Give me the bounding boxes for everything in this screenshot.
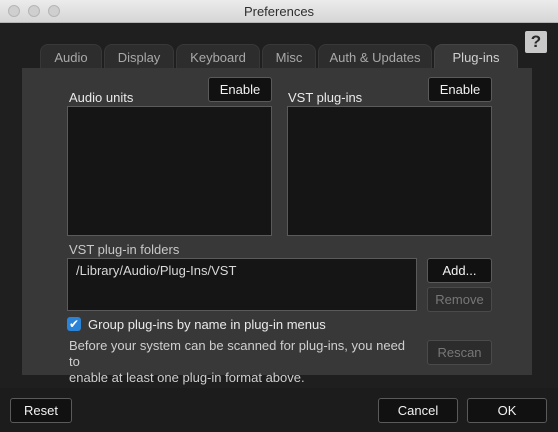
group-plug-ins-checkbox[interactable]: ✔ [67,317,81,331]
tab-audio[interactable]: Audio [40,44,102,70]
add-folder-button[interactable]: Add... [427,258,492,283]
close-window-button[interactable] [8,5,20,17]
tab-keyboard[interactable]: Keyboard [176,44,260,70]
audio-units-label: Audio units [69,90,134,105]
remove-folder-button[interactable]: Remove [427,287,492,312]
tab-plug-ins[interactable]: Plug-ins [434,44,518,70]
tab-bar: Audio Display Keyboard Misc Auth & Updat… [0,44,558,70]
cancel-button[interactable]: Cancel [378,398,458,423]
scan-info-line-2: enable at least one plug-in format above… [69,370,305,385]
window-title: Preferences [243,4,315,19]
rescan-button[interactable]: Rescan [427,340,492,365]
vst-plug-ins-list[interactable] [287,106,492,236]
tab-misc[interactable]: Misc [262,44,316,70]
tab-display[interactable]: Display [104,44,174,70]
audio-units-enable-button[interactable]: Enable [208,77,272,102]
checkmark-icon: ✔ [68,317,80,331]
title-bar: Preferences [0,0,558,23]
vst-enable-button[interactable]: Enable [428,77,492,102]
ok-button[interactable]: OK [467,398,547,423]
audio-units-list[interactable] [67,106,272,236]
vst-folders-list[interactable]: /Library/Audio/Plug-Ins/VST [67,258,417,311]
reset-button[interactable]: Reset [10,398,72,423]
vst-folders-label: VST plug-in folders [69,242,180,257]
group-plug-ins-label: Group plug-ins by name in plug-in menus [88,317,326,332]
scan-info-line-1: Before your system can be scanned for pl… [69,338,406,369]
list-item[interactable]: /Library/Audio/Plug-Ins/VST [76,263,236,278]
tab-auth-updates[interactable]: Auth & Updates [318,44,432,70]
zoom-window-button[interactable] [48,5,60,17]
vst-plug-ins-label: VST plug-ins [288,90,363,105]
scan-info-text: Before your system can be scanned for pl… [69,338,409,386]
minimize-window-button[interactable] [28,5,40,17]
